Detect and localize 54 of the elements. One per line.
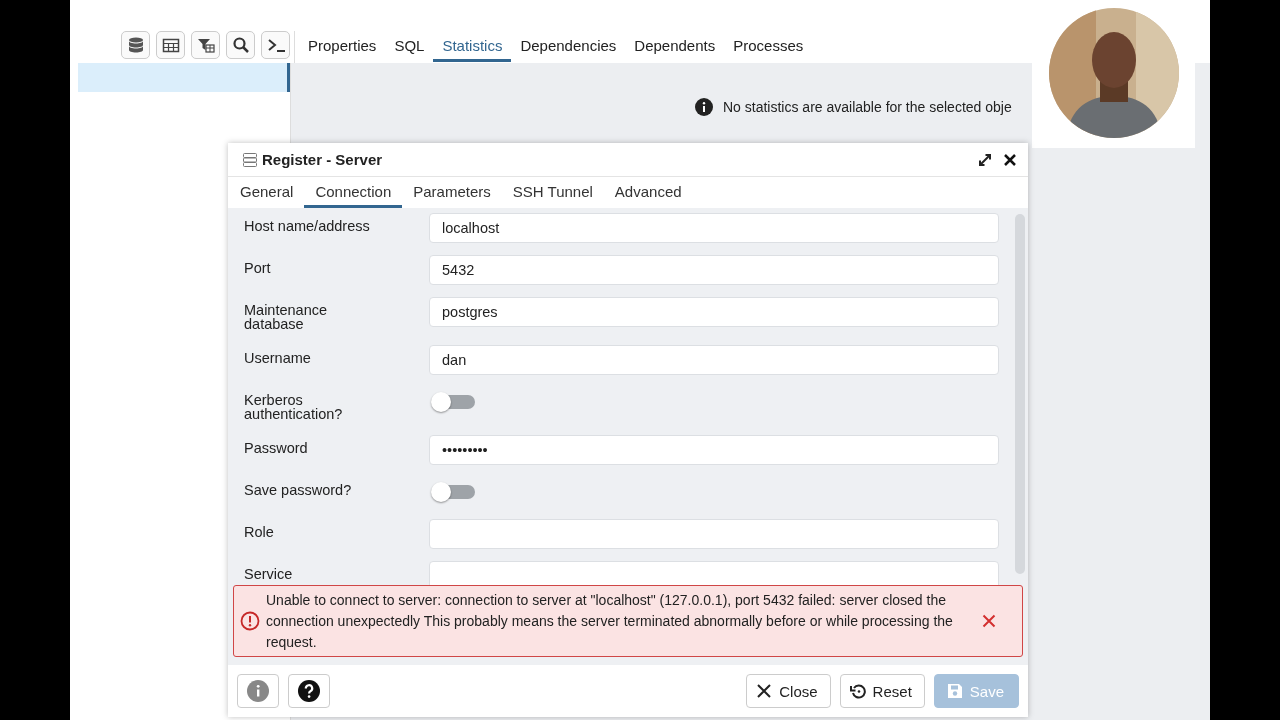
close-button[interactable]: Close (746, 674, 831, 708)
field-label: Role (244, 523, 275, 539)
dialog-title: Register - Server (262, 151, 383, 168)
tab[interactable]: Parameters (402, 177, 502, 208)
error-message: Unable to connect to server: connection to server at "localhost" (127.0.0.1), port 5432 failed: server closed the connection unexpectedly This probably means the server terminated abnormally before or while processing the request. (266, 590, 954, 652)
field-label: Username (244, 349, 312, 365)
tab[interactable]: Processes (724, 31, 813, 62)
field-label: Save password? (244, 481, 353, 497)
reset-button[interactable]: Reset (839, 674, 925, 708)
tab[interactable]: Properties (299, 31, 386, 62)
table-button[interactable] (156, 31, 185, 59)
input-field[interactable]: localhost (429, 213, 999, 243)
help-button[interactable] (288, 674, 330, 708)
database-button[interactable] (121, 31, 150, 59)
warning-icon (240, 611, 260, 631)
info-icon (247, 680, 269, 702)
field-label: Port (244, 259, 272, 275)
tab[interactable]: SQL (385, 31, 434, 62)
filter-table-button[interactable] (191, 31, 220, 59)
input-field[interactable]: postgres (429, 297, 999, 327)
search-icon (231, 36, 250, 54)
tab[interactable]: Dependents (625, 31, 725, 62)
expand-icon (978, 152, 992, 167)
filter-table-icon (196, 36, 215, 54)
close-icon (1004, 153, 1016, 166)
input-field[interactable]: 5432 (429, 255, 999, 285)
field-label: Host name/address (244, 217, 371, 233)
tab[interactable]: General (229, 177, 305, 208)
input-field[interactable] (429, 519, 999, 549)
input-field[interactable]: dan (429, 345, 999, 375)
field-label: Service (244, 565, 294, 581)
field-label: Password (244, 439, 309, 455)
field-label: Kerberos authentication? (244, 391, 344, 421)
reset-icon (849, 683, 866, 699)
close-icon (756, 683, 773, 699)
terminal-button[interactable] (261, 31, 290, 59)
tab[interactable]: SSH Tunnel (501, 177, 604, 208)
info-button[interactable] (237, 674, 279, 708)
database-icon (126, 36, 145, 54)
input-field[interactable]: ••••••••• (429, 435, 999, 465)
table-icon (161, 36, 180, 54)
info-icon (695, 98, 713, 116)
toggle-switch[interactable] (433, 485, 475, 499)
terminal-icon (266, 36, 285, 54)
help-icon (298, 680, 320, 702)
field-label: Maintenance database (244, 301, 329, 331)
toggle-switch[interactable] (433, 395, 475, 409)
close-icon (982, 614, 996, 628)
tab[interactable]: Advanced (603, 177, 693, 208)
info-message: No statistics are available for the selected obje (723, 99, 1012, 115)
dismiss-button[interactable] (980, 612, 998, 630)
search-button[interactable] (226, 31, 255, 59)
server-icon (242, 151, 258, 168)
tab[interactable]: Dependencies (511, 31, 626, 62)
